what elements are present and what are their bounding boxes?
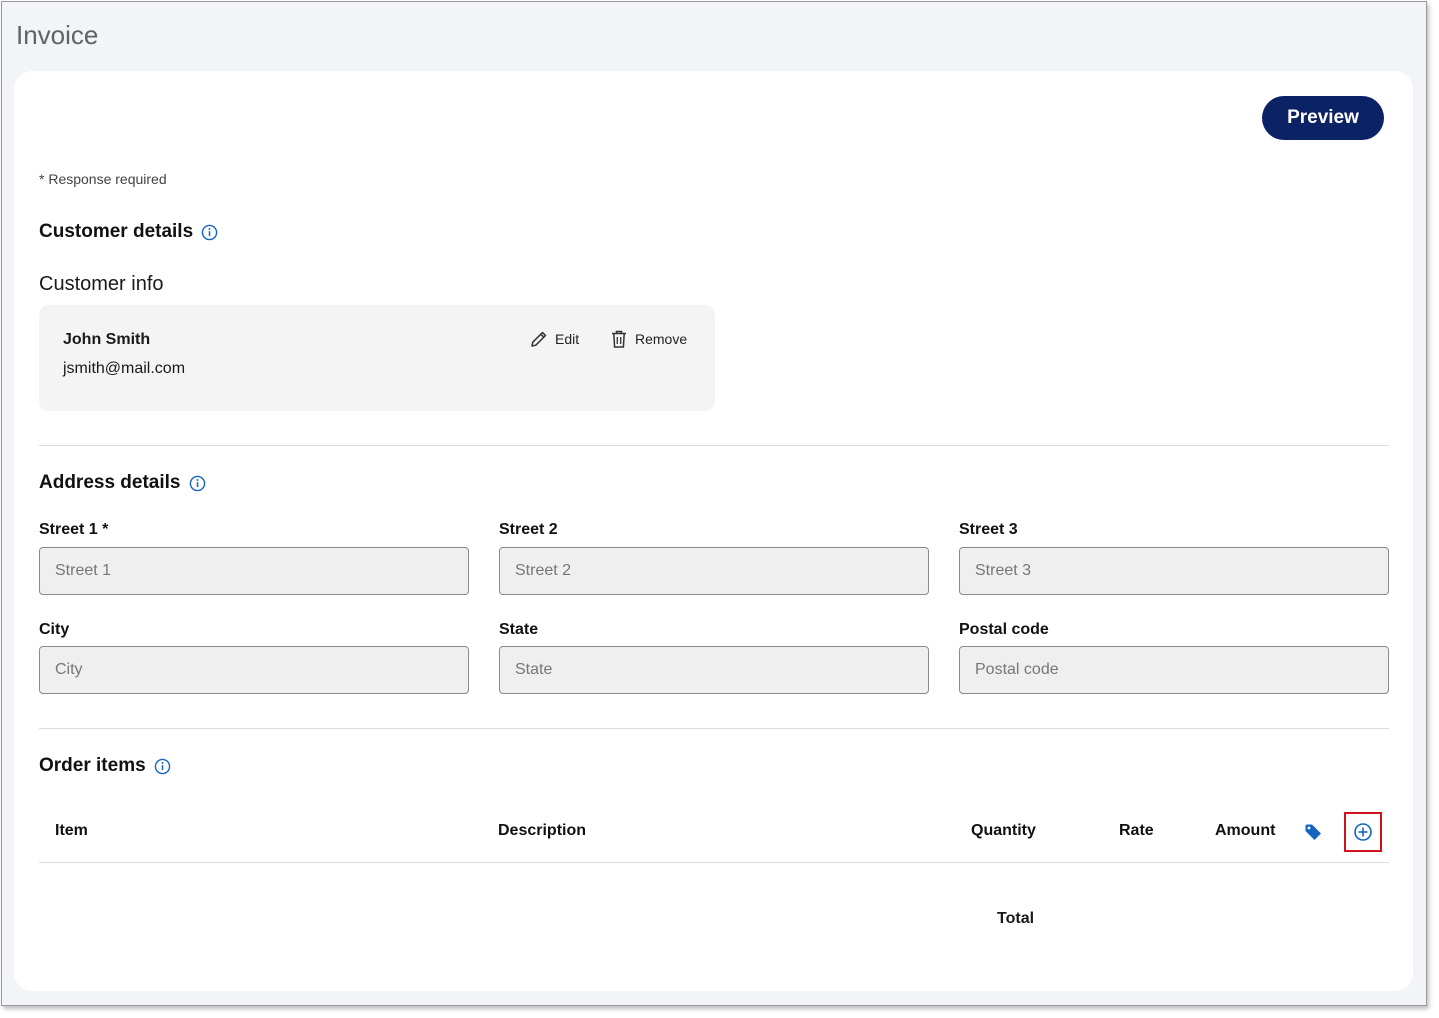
order-items-title: Order items bbox=[39, 755, 146, 776]
state-input[interactable] bbox=[499, 646, 929, 694]
postal-code-label: Postal code bbox=[959, 621, 1049, 638]
address-details-title: Address details bbox=[39, 472, 181, 493]
column-header-item: Item bbox=[55, 822, 88, 839]
address-details-heading: Address details bbox=[39, 472, 206, 494]
postal-code-input[interactable] bbox=[959, 646, 1389, 694]
preview-button[interactable]: Preview bbox=[1262, 96, 1384, 140]
street2-input[interactable] bbox=[499, 547, 929, 595]
trash-icon bbox=[612, 330, 626, 348]
street3-input[interactable] bbox=[959, 547, 1389, 595]
info-icon[interactable] bbox=[201, 224, 218, 241]
street3-label: Street 3 bbox=[959, 521, 1018, 538]
remove-label: Remove bbox=[635, 331, 688, 347]
add-item-button[interactable] bbox=[1344, 812, 1382, 852]
street2-label: Street 2 bbox=[499, 521, 558, 538]
table-header-divider bbox=[39, 862, 1389, 863]
street1-input[interactable] bbox=[39, 547, 469, 595]
customer-details-title: Customer details bbox=[39, 221, 194, 242]
city-label: City bbox=[39, 621, 70, 638]
column-header-quantity: Quantity bbox=[971, 822, 1036, 839]
edit-label: Edit bbox=[555, 331, 580, 347]
section-divider bbox=[39, 445, 1389, 446]
customer-name: John Smith bbox=[63, 331, 151, 348]
state-label: State bbox=[499, 621, 539, 638]
edit-customer-button[interactable]: Edit bbox=[529, 329, 579, 349]
invoice-form-card: Preview * Response required Customer det… bbox=[14, 71, 1413, 991]
app-window: Invoice Preview * Response required Cust… bbox=[1, 1, 1427, 1006]
customer-info-title: Customer info bbox=[39, 273, 164, 295]
column-header-rate: Rate bbox=[1119, 822, 1154, 839]
plus-circle-icon bbox=[1354, 823, 1372, 841]
tag-icon[interactable] bbox=[1304, 823, 1322, 841]
info-icon[interactable] bbox=[154, 758, 171, 775]
remove-customer-button[interactable]: Remove bbox=[609, 329, 687, 349]
order-items-heading: Order items bbox=[39, 755, 171, 777]
customer-details-heading: Customer details bbox=[39, 221, 218, 243]
required-note: * Response required bbox=[39, 171, 167, 187]
pencil-icon bbox=[531, 331, 547, 347]
total-label: Total bbox=[997, 910, 1035, 927]
info-icon[interactable] bbox=[189, 475, 206, 492]
street1-label: Street 1 * bbox=[39, 521, 109, 538]
customer-email: jsmith@mail.com bbox=[63, 360, 186, 377]
city-input[interactable] bbox=[39, 646, 469, 694]
section-divider bbox=[39, 728, 1389, 729]
column-header-amount: Amount bbox=[1215, 822, 1276, 839]
page-title: Invoice bbox=[16, 20, 99, 50]
customer-card: John Smith jsmith@mail.com Edit Remove bbox=[39, 305, 715, 411]
column-header-description: Description bbox=[498, 822, 587, 839]
